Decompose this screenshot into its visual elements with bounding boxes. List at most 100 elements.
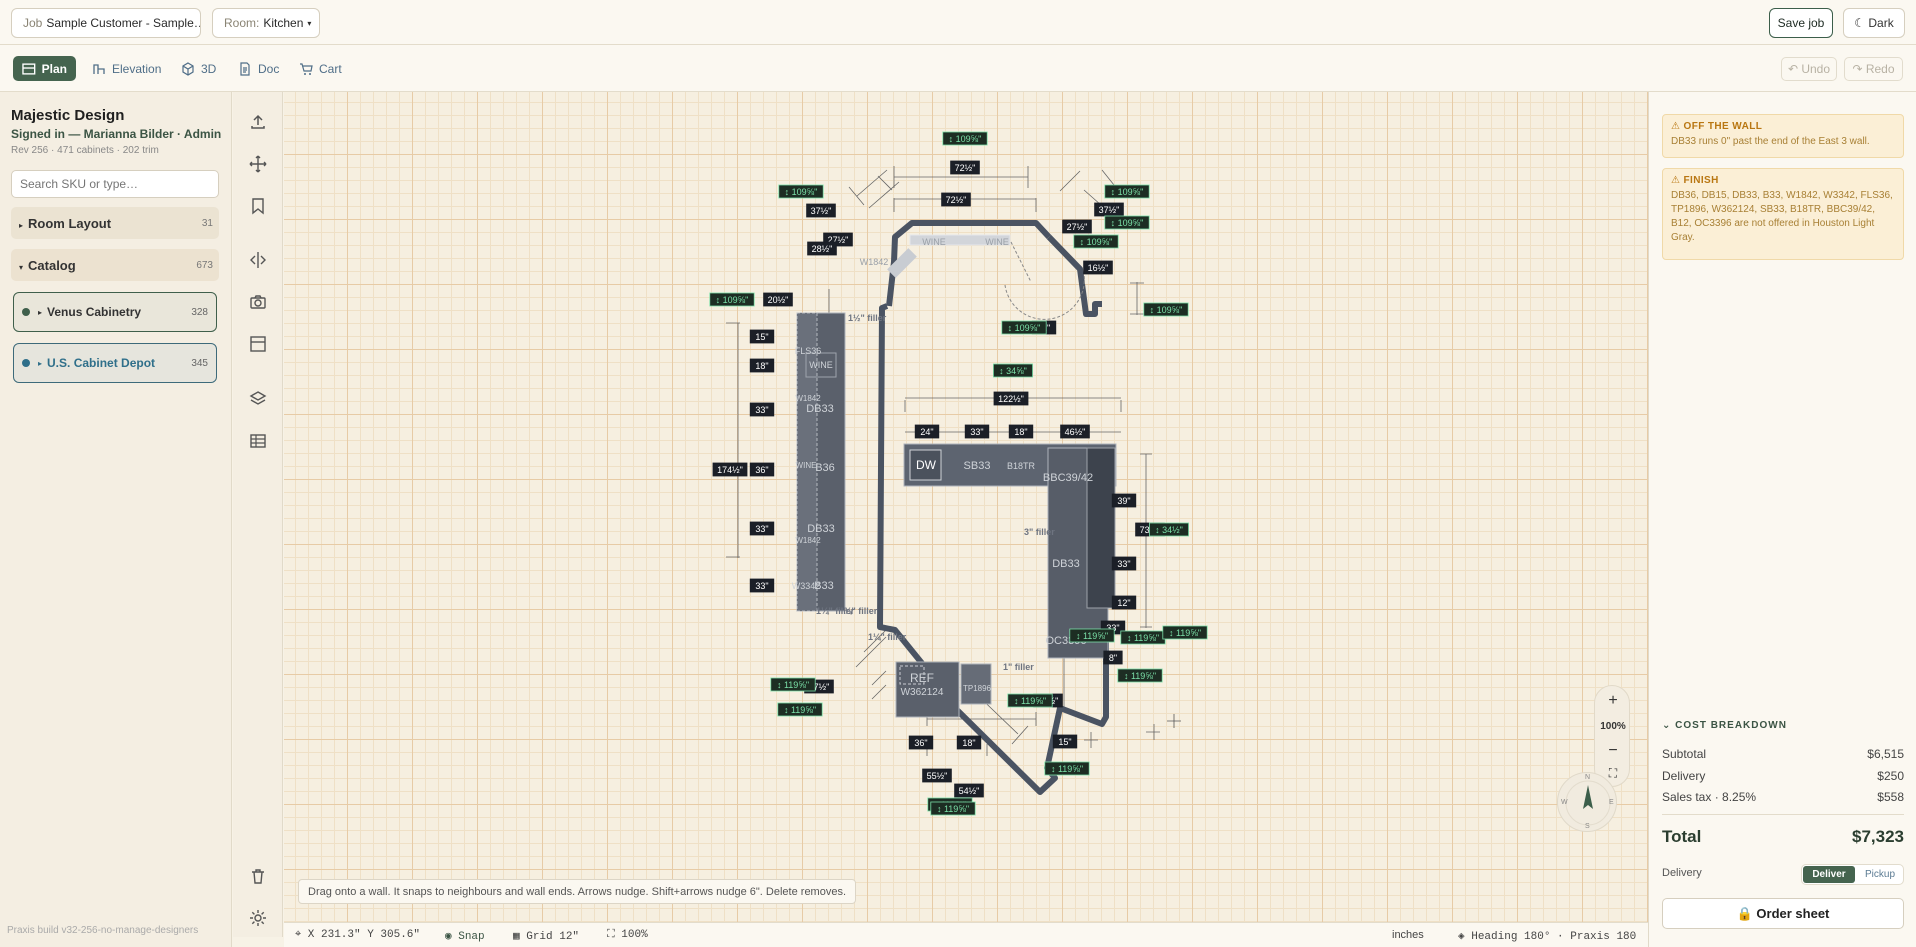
dimension-badge: 15": [1052, 734, 1078, 749]
dimension-text: ↕ 109⅝": [1008, 323, 1041, 333]
floor-plan[interactable]: DW SB33 B18TR BBC39/42 DB33 OC3396 REF W…: [284, 92, 1648, 922]
room-layout-header: ▸ Room Layout: [19, 216, 111, 231]
deliver-option[interactable]: Deliver: [1803, 866, 1855, 883]
height-badge: ↕ 119⅝": [930, 801, 976, 816]
caret-down-icon: ▾: [19, 262, 24, 272]
height-badge: ↕ 119⅝": [1120, 630, 1166, 645]
panel-icon[interactable]: [248, 334, 268, 354]
mirror-icon[interactable]: [248, 250, 268, 270]
tab-3d[interactable]: 3D: [172, 56, 225, 81]
dimension-badge: 15": [749, 329, 775, 344]
vendor-venus-cabinetry[interactable]: ▸ Venus Cabinetry 328: [13, 292, 217, 332]
cab-ref: REF: [910, 671, 934, 685]
height-badge: ↕ 109⅝": [709, 292, 755, 307]
dimension-badge: 12": [1111, 595, 1137, 610]
build-label: Praxis build v32-256-no-manage-designers: [7, 925, 199, 936]
room-layout-section[interactable]: ▸ Room Layout 31: [11, 207, 219, 239]
job-selector[interactable]: Job Sample Customer - Sample…: [11, 8, 201, 38]
total-row: Total $7,323: [1662, 827, 1904, 847]
order-sheet-button[interactable]: 🔒 Order sheet: [1662, 898, 1904, 929]
trash-icon[interactable]: [248, 866, 268, 886]
zoom-out-button[interactable]: −: [1595, 742, 1631, 760]
pickup-option[interactable]: Pickup: [1857, 866, 1903, 883]
room-selector[interactable]: Room: Kitchen ▾: [212, 8, 320, 38]
units-label[interactable]: inches: [1392, 929, 1424, 941]
tab-elevation[interactable]: Elevation: [83, 56, 170, 81]
job-prefix: Job: [23, 16, 43, 30]
cost-label: Sales tax · 8.25%: [1662, 790, 1757, 804]
vendor-name: Venus Cabinetry: [47, 305, 142, 319]
height-badge: ↕ 119⅝": [1007, 693, 1053, 708]
height-badge: ↕ 109⅝": [1073, 234, 1119, 249]
tab-3d-label: 3D: [201, 61, 217, 76]
catalog-section[interactable]: ▾ Catalog 673: [11, 249, 219, 281]
cab-fls36: FLS36: [795, 346, 822, 356]
company-title: Majestic Design: [11, 107, 125, 124]
dimension-badge: 55½": [922, 768, 952, 783]
redo-button[interactable]: ↷ Redo: [1844, 57, 1903, 81]
dimension-text: 33": [970, 427, 983, 437]
dimension-text: 72½": [955, 163, 976, 173]
zoom-in-button[interactable]: +: [1595, 692, 1631, 710]
compass[interactable]: N S E W: [1557, 772, 1617, 832]
height-badge: ↕ 109⅝": [778, 184, 824, 199]
caret-right-icon: ▸: [19, 220, 24, 230]
save-job-button[interactable]: Save job: [1769, 8, 1833, 38]
tab-plan[interactable]: Plan: [13, 56, 76, 81]
cart-icon: [300, 62, 313, 75]
dimension-badge: 39": [1111, 493, 1137, 508]
dimension-badge: 174½": [712, 462, 748, 477]
height-badge: ↕ 119⅝": [1162, 625, 1208, 640]
dimension-text: 72½": [946, 195, 967, 205]
cost-value: $6,515: [1867, 747, 1904, 761]
door-swing: [1004, 241, 1085, 320]
dimension-text: 33": [1117, 559, 1130, 569]
dimension-text: 27½": [1067, 222, 1088, 232]
dimension-badge: 36": [908, 735, 934, 750]
placement-hint: Drag onto a wall. It snaps to neighbours…: [298, 879, 857, 904]
warning-finish: ⚠ FINISH DB36, DB15, DB33, B33, W1842, W…: [1662, 168, 1904, 260]
bookmark-icon[interactable]: [248, 196, 268, 216]
dimension-text: 16½": [1088, 263, 1109, 273]
settings-icon[interactable]: [248, 908, 268, 928]
zoom-control: + 100% − ⛶: [1594, 685, 1630, 787]
dimension-text: ↕ 109⅝": [1111, 218, 1144, 228]
status-bar: ⌖ X 231.3" Y 305.6" ◉ Snap ▦ Grid 12" ⛶ …: [284, 922, 1648, 947]
dimension-text: ↕ 119⅝": [1051, 764, 1083, 774]
dimension-text: 36": [914, 738, 927, 748]
vendor-us-cabinet-depot[interactable]: ▸ U.S. Cabinet Depot 345: [13, 343, 217, 383]
cab-db33-left-2: DB33: [807, 523, 835, 535]
dimension-text: ↕ 34½": [1155, 525, 1183, 535]
camera-icon[interactable]: [248, 292, 268, 312]
floor-plan-canvas[interactable]: DW SB33 B18TR BBC39/42 DB33 OC3396 REF W…: [284, 92, 1648, 937]
dimension-text: ↕ 119⅝": [777, 680, 809, 690]
height-badge: ↕ 119⅝": [770, 677, 816, 692]
sku-search-input[interactable]: [11, 170, 219, 198]
dark-mode-button[interactable]: ☾ Dark: [1843, 8, 1905, 38]
height-badge: ↕ 109⅝": [1143, 302, 1189, 317]
tab-plan-label: Plan: [41, 61, 67, 76]
snap-toggle[interactable]: ◉ Snap: [445, 929, 485, 943]
tab-cart[interactable]: Cart: [290, 56, 351, 81]
room-prefix: Room:: [224, 16, 260, 30]
dimension-text: 174½": [717, 465, 743, 475]
cost-breakdown-toggle[interactable]: ⌄ COST BREAKDOWN: [1662, 720, 1787, 731]
dimension-text: 20½": [768, 295, 789, 305]
dimension-badge: 28½": [807, 241, 837, 256]
move-icon[interactable]: [248, 154, 268, 174]
tab-doc[interactable]: Doc: [229, 56, 288, 81]
elevation-icon: [93, 63, 105, 74]
dimension-text: 12": [1117, 598, 1130, 608]
layers-icon[interactable]: [248, 389, 268, 409]
warning-body: DB33 runs 0" past the end of the East 3 …: [1671, 136, 1870, 147]
filler-label: 1" filler: [1003, 662, 1034, 672]
cube-icon: [182, 61, 194, 76]
undo-button[interactable]: ↶ Undo: [1781, 57, 1837, 81]
table-icon[interactable]: [248, 431, 268, 451]
cab-b33: B33: [814, 580, 834, 592]
chevron-down-icon: ▾: [307, 18, 312, 28]
upload-icon[interactable]: [248, 112, 268, 132]
grid-toggle[interactable]: ▦ Grid 12": [513, 929, 579, 943]
divider: [1662, 814, 1904, 815]
dimension-text: ↕ 109⅝": [1080, 237, 1113, 247]
